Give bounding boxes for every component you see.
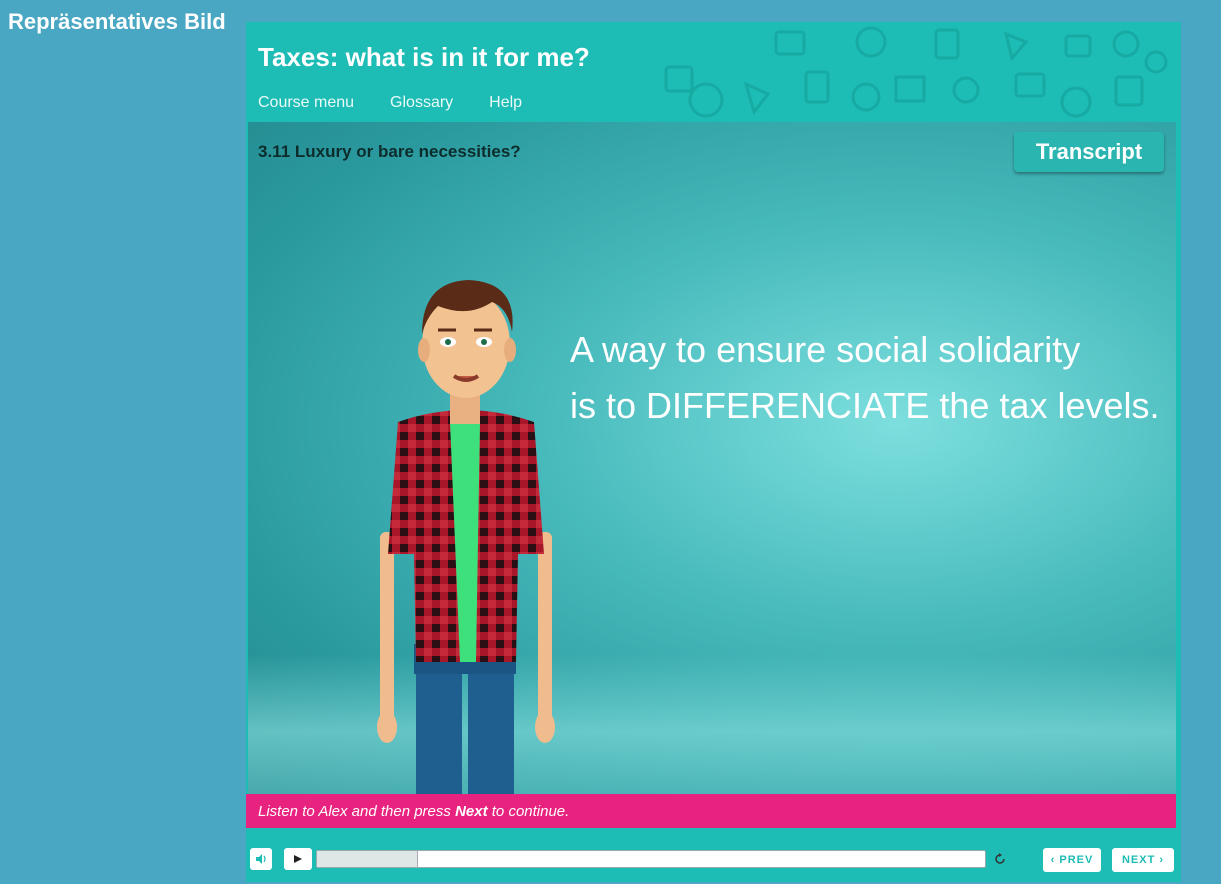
slide-text: A way to ensure social solidarity is to … xyxy=(570,322,1170,434)
course-nav: Course menu Glossary Help xyxy=(258,94,522,112)
progress-bar[interactable] xyxy=(316,850,986,868)
next-button[interactable]: NEXT › xyxy=(1112,848,1174,872)
slide-text-line-2: is to DIFFERENCIATE the tax levels. xyxy=(570,385,1160,426)
nav-help[interactable]: Help xyxy=(489,94,522,112)
slide-title: 3.11 Luxury or bare necessities? xyxy=(258,142,521,161)
instruction-suffix: to continue. xyxy=(487,802,570,820)
slide-text-line-1: A way to ensure social solidarity xyxy=(570,329,1081,370)
volume-button[interactable] xyxy=(250,848,272,870)
nav-glossary[interactable]: Glossary xyxy=(390,94,453,112)
representative-image-label: Repräsentatives Bild xyxy=(8,9,226,34)
course-header: Taxes: what is in it for me? Course menu… xyxy=(246,22,1181,122)
player-controls: ‹ PREV NEXT › xyxy=(246,840,1181,882)
instruction-bar: Listen to Alex and then press Next to co… xyxy=(246,794,1176,828)
prev-button[interactable]: ‹ PREV xyxy=(1043,848,1101,872)
volume-icon xyxy=(256,854,266,864)
course-player: Taxes: what is in it for me? Course menu… xyxy=(246,22,1181,882)
slide-stage: 3.11 Luxury or bare necessities? Transcr… xyxy=(248,122,1176,794)
transcript-button[interactable]: Transcript xyxy=(1014,132,1164,172)
play-icon xyxy=(294,855,302,863)
replay-icon xyxy=(995,853,1005,864)
instruction-text: Listen to Alex and then press Next to co… xyxy=(258,803,569,820)
progress-fill xyxy=(317,851,419,867)
replay-button[interactable] xyxy=(988,848,1012,870)
course-title: Taxes: what is in it for me? xyxy=(258,42,590,72)
character-alex xyxy=(377,280,555,794)
instruction-prefix: Listen to Alex and then press xyxy=(258,802,456,820)
instruction-next-word: Next xyxy=(455,802,488,820)
nav-course-menu[interactable]: Course menu xyxy=(258,94,354,112)
play-button[interactable] xyxy=(284,848,312,870)
